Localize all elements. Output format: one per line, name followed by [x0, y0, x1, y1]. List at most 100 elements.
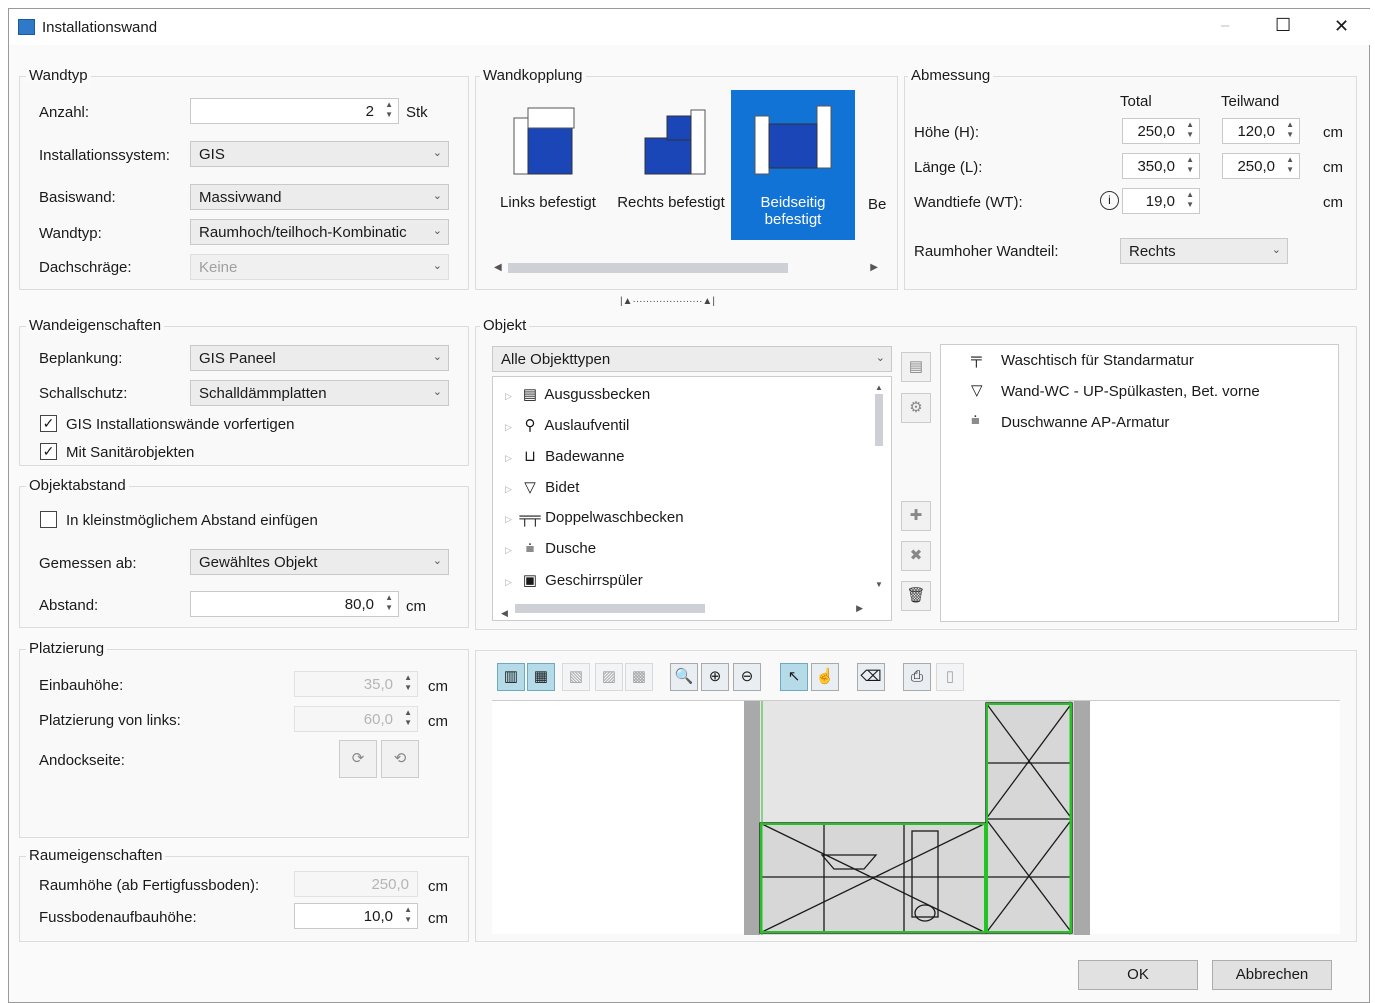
- tree-label: Dusche: [545, 540, 597, 557]
- close-icon[interactable]: ✕: [1334, 16, 1349, 37]
- selected-object-item[interactable]: Waschtisch für Standarmatur: [1001, 352, 1194, 369]
- app-icon: [18, 19, 35, 35]
- tree-item-bidet[interactable]: ▷ ▽ Bidet: [505, 478, 579, 504]
- tree-item-ausgussbecken[interactable]: ▷ ▤ Ausgussbecken: [505, 385, 650, 411]
- laenge-teil-spinner[interactable]: 250,0 ▲ ▼: [1222, 153, 1300, 179]
- fussboden-label: Fussbodenaufbauhöhe:: [39, 909, 197, 926]
- hoehe-teil-value: 120,0: [1237, 123, 1275, 140]
- fussboden-value: 10,0: [363, 908, 393, 925]
- vorfertigen-checkbox[interactable]: ✓: [40, 415, 57, 432]
- hoehe-label: Höhe (H):: [914, 124, 980, 141]
- wandtiefe-spinner[interactable]: 19,0 ▲ ▼: [1122, 188, 1200, 214]
- abstand-label: Abstand:: [39, 597, 99, 614]
- maximize-icon[interactable]: ☐: [1275, 15, 1291, 36]
- von-links-value: 60,0: [363, 711, 393, 728]
- installationssystem-select[interactable]: GIS ⌄: [190, 141, 449, 167]
- sink-icon: ▤: [522, 386, 538, 403]
- objekttyp-filter[interactable]: Alle Objekttypen ⌄: [492, 346, 892, 372]
- chevron-down-icon: ⌄: [432, 225, 442, 237]
- properties-icon: ▤: [901, 352, 931, 382]
- ok-button[interactable]: OK: [1078, 960, 1198, 990]
- delete-icon[interactable]: 🗑: [901, 581, 931, 611]
- tree-vscrollbar[interactable]: ▲ ▼: [873, 383, 885, 589]
- abstand-spinner[interactable]: 80,0 ▲ ▼: [190, 591, 399, 617]
- select-pointer-icon[interactable]: ↖: [780, 663, 808, 691]
- laenge-label: Länge (L):: [914, 159, 983, 176]
- info-icon[interactable]: i: [1100, 191, 1119, 210]
- cancel-button[interactable]: Abbrechen: [1212, 960, 1332, 990]
- wandtyp-label: Wandtyp:: [39, 225, 102, 242]
- einbauhoehe-value: 35,0: [363, 676, 393, 693]
- minimize-icon[interactable]: –: [1221, 17, 1229, 34]
- anzahl-value: 2: [365, 103, 374, 120]
- objekt-tree[interactable]: ▷ ▤ Ausgussbecken ▷ ⚲ Auslaufventil ▷ ⊔ Bad…: [492, 376, 892, 621]
- raumhoher-select[interactable]: Rechts ⌄: [1120, 238, 1288, 264]
- coupling-rechts-label: Rechts befestigt: [617, 194, 725, 211]
- basiswand-select[interactable]: Massivwand ⌄: [190, 184, 449, 210]
- view-front-icon[interactable]: ▥: [497, 663, 525, 691]
- gemessen-select[interactable]: Gewähltes Objekt ⌄: [190, 549, 449, 575]
- zoom-icon[interactable]: 🔍: [670, 663, 698, 691]
- abstand-unit: cm: [406, 598, 426, 615]
- anzahl-label: Anzahl:: [39, 104, 90, 121]
- splitter-handle[interactable]: |▲·····················▲|: [620, 296, 715, 307]
- print-icon[interactable]: ⎙: [903, 663, 931, 691]
- tree-hscrollbar[interactable]: ◀ ▶: [501, 603, 863, 618]
- zoom-in-icon[interactable]: ⊕: [701, 663, 729, 691]
- schallschutz-select[interactable]: Schalldämmplatten ⌄: [190, 380, 449, 406]
- view-side-icon: ▨: [595, 663, 623, 691]
- selected-objects-list[interactable]: ╤ Waschtisch für Standarmatur ▽ Wand-WC - …: [940, 344, 1339, 622]
- raumhoehe-value: 250,0: [371, 876, 409, 893]
- objektabstand-legend: Objektabstand: [26, 477, 129, 494]
- selected-object-item[interactable]: Wand-WC - UP-Spülkasten, Bet. vorne: [1001, 383, 1260, 400]
- total-header: Total: [1120, 93, 1152, 110]
- anzahl-spinner[interactable]: 2 ▲ ▼: [190, 98, 399, 124]
- wall-rechts-icon: [644, 109, 706, 175]
- title-bar: Installationswand – ☐ ✕: [9, 9, 1371, 45]
- eraser-icon[interactable]: ⌫: [857, 663, 885, 691]
- fussboden-spinner[interactable]: 10,0 ▲ ▼: [294, 903, 418, 929]
- sanitaer-checkbox[interactable]: ✓: [40, 443, 57, 460]
- abstand-value: 80,0: [344, 596, 374, 613]
- view-back-icon: ▩: [625, 663, 653, 691]
- chevron-down-icon: ⌄: [432, 555, 442, 567]
- chevron-down-icon: ⌄: [1271, 244, 1281, 256]
- hoehe-teil-spinner[interactable]: 120,0 ▲ ▼: [1222, 118, 1300, 144]
- andockseite-label: Andockseite:: [39, 752, 125, 769]
- chevron-down-icon: ⌄: [875, 352, 885, 364]
- pan-hand-icon[interactable]: ☝: [811, 663, 839, 691]
- settings-icon: ⚙: [901, 393, 931, 423]
- view-iso-icon[interactable]: ▦: [527, 663, 555, 691]
- anzahl-unit: Stk: [406, 104, 428, 121]
- tree-item-doppelwaschbecken[interactable]: ▷ ╤╤ Doppelwaschbecken: [505, 509, 684, 535]
- platzierung-legend: Platzierung: [26, 640, 108, 657]
- coupling-beidseitig[interactable]: Beidseitig befestigt: [731, 90, 855, 240]
- rotate-left-icon[interactable]: ⟲: [381, 740, 419, 778]
- coupling-rechts[interactable]: Rechts befestigt: [609, 90, 733, 240]
- objekttyp-filter-value: Alle Objekttypen: [501, 351, 611, 368]
- kleinst-checkbox[interactable]: [40, 511, 57, 528]
- beplankung-select[interactable]: GIS Paneel ⌄: [190, 345, 449, 371]
- wall-plan-drawing: [744, 701, 1090, 935]
- wandtyp-select[interactable]: Raumhoch/teilhoch-Kombinatic ⌄: [190, 219, 449, 245]
- zoom-out-icon[interactable]: ⊖: [733, 663, 761, 691]
- wall-beidseitig-icon: [754, 105, 832, 175]
- laenge-unit: cm: [1323, 159, 1343, 176]
- chevron-down-icon: ⌄: [432, 190, 442, 202]
- rotate-right-icon[interactable]: ⟳: [339, 740, 377, 778]
- raumeigenschaften-legend: Raumeigenschaften: [26, 847, 166, 864]
- tree-item-dusche[interactable]: ▷ ⩧ Dusche: [505, 540, 596, 566]
- tree-item-auslaufventil[interactable]: ▷ ⚲ Auslaufventil: [505, 416, 629, 442]
- tree-label: Ausgussbecken: [544, 386, 651, 403]
- preview-canvas[interactable]: [492, 700, 1340, 935]
- selected-object-item[interactable]: Duschwanne AP-Armatur: [1001, 414, 1169, 431]
- coupling-links[interactable]: Links befestigt: [486, 90, 610, 240]
- coupling-scrollbar[interactable]: ◀ ▶: [494, 262, 878, 274]
- tree-item-badewanne[interactable]: ▷ ⊔ Badewanne: [505, 447, 624, 473]
- laenge-total-spinner[interactable]: 350,0 ▲ ▼: [1122, 153, 1200, 179]
- coupling-partial-label[interactable]: Be: [868, 196, 888, 213]
- remove-icon: ✖: [901, 541, 931, 571]
- hoehe-total-spinner[interactable]: 250,0 ▲ ▼: [1122, 118, 1200, 144]
- einbauhoehe-spinner: 35,0 ▲ ▼: [294, 671, 418, 697]
- tree-item-geschirrspueler[interactable]: ▷ ▣ Geschirrspüler: [505, 571, 643, 597]
